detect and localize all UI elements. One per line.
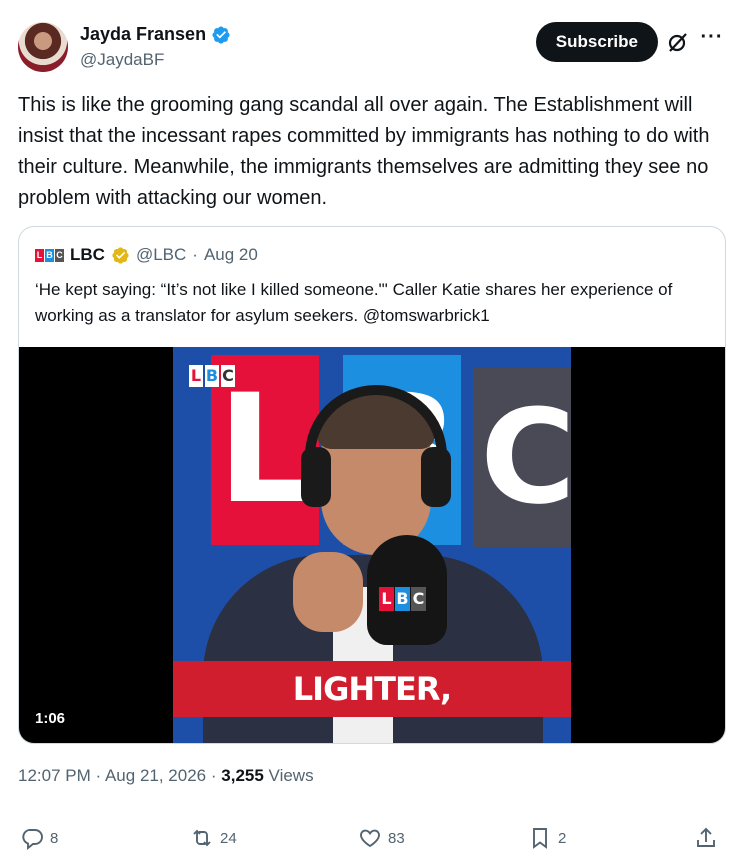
reply-icon	[22, 829, 43, 850]
author-handle[interactable]: @JaydaBF	[80, 50, 231, 70]
more-icon[interactable]: ···	[698, 27, 726, 54]
video-caption: LIGHTER,	[173, 661, 571, 717]
heart-icon	[360, 829, 380, 848]
mic-lbc-logo: LBC	[379, 587, 426, 611]
tweet-text: This is like the grooming gang scandal a…	[18, 94, 710, 209]
repost-button[interactable]: 24	[190, 826, 237, 850]
video-duration: 1:06	[35, 710, 66, 727]
like-button[interactable]: 83	[358, 826, 405, 850]
quoted-date[interactable]: Aug 20	[204, 245, 258, 265]
headphone-ear-left	[301, 447, 331, 507]
tweet-date[interactable]: Aug 21, 2026	[105, 766, 206, 785]
tweet-time[interactable]: 12:07 PM	[18, 766, 91, 785]
quoted-author-handle[interactable]: @LBC	[136, 245, 186, 265]
quoted-separator: ·	[192, 245, 198, 264]
lbc-logo: LBC	[189, 365, 235, 387]
author-info: Jayda Fransen @JaydaBF	[80, 24, 231, 70]
video-frame[interactable]: L B C LBC LBC LIGHTER,	[173, 347, 571, 743]
timestamp-separator-2: ·	[210, 766, 217, 785]
bookmark-count: 2	[558, 829, 567, 847]
headphone-ear-right	[421, 447, 451, 507]
bookmark-icon	[533, 828, 547, 849]
author-avatar[interactable]	[18, 22, 68, 72]
video-player[interactable]: L B C LBC LBC LIGHTER, 1:06	[19, 347, 725, 743]
repost-icon	[193, 829, 211, 847]
background-letter-c: C	[473, 367, 571, 547]
presenter-hand	[293, 552, 363, 632]
repost-count: 24	[220, 829, 237, 847]
grok-icon[interactable]	[666, 30, 690, 54]
tweet-header: Jayda Fransen @JaydaBF Subscribe ···	[18, 18, 726, 78]
views-label: Views	[268, 766, 314, 785]
share-button[interactable]	[694, 826, 718, 850]
engagement-bar: 8 24 83 2	[18, 826, 718, 856]
quoted-tweet-header: LBC LBC @LBC · Aug 20	[35, 245, 258, 265]
quoted-tweet-text: ‘He kept saying: “It’s not like I killed…	[35, 280, 673, 325]
like-count: 83	[388, 829, 405, 847]
reply-count: 8	[50, 829, 59, 847]
author-name[interactable]: Jayda Fransen	[80, 24, 206, 45]
bookmark-button[interactable]: 2	[528, 826, 566, 850]
timestamp-separator: ·	[95, 766, 102, 785]
tweet-timestamp: 12:07 PM · Aug 21, 2026 · 3,255 Views	[18, 766, 314, 786]
reply-button[interactable]: 8	[20, 826, 58, 850]
quoted-tweet[interactable]: LBC LBC @LBC · Aug 20 ‘He kept saying: “…	[18, 226, 726, 744]
views-count: 3,255	[221, 766, 264, 785]
quoted-author-name[interactable]: LBC	[70, 245, 105, 265]
share-icon	[697, 827, 715, 847]
subscribe-button[interactable]: Subscribe	[535, 22, 658, 62]
lbc-avatar[interactable]: LBC	[35, 248, 64, 262]
verified-badge-icon	[212, 25, 230, 44]
gold-verified-icon	[112, 246, 129, 264]
